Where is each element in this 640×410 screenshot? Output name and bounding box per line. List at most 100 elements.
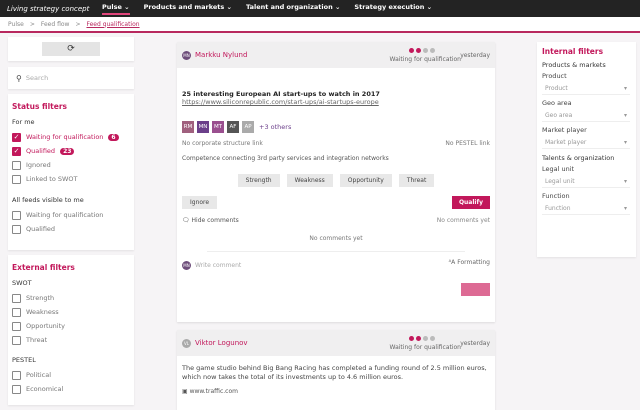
- hide-comments-label: Hide comments: [191, 217, 239, 224]
- formatting-label: Formatting: [457, 259, 490, 266]
- send-comment-button[interactable]: [461, 283, 490, 296]
- product-select[interactable]: Product ▾: [542, 83, 630, 95]
- feed-card: MN Markku Nylund Waiting for qualificati…: [177, 42, 495, 322]
- others-link[interactable]: +3 others: [259, 123, 291, 131]
- field-label: Market player: [542, 126, 587, 134]
- checkbox-checked[interactable]: ✓: [12, 132, 21, 142]
- checkbox[interactable]: [12, 224, 21, 234]
- nav-label: Products and markets: [143, 2, 225, 11]
- filter-threat[interactable]: Threat: [12, 333, 130, 347]
- feed-link[interactable]: https://www.siliconrepublic.com/start-up…: [182, 98, 490, 106]
- brand: Living strategy concept: [7, 4, 90, 13]
- filter-ignored[interactable]: Ignored: [12, 158, 130, 172]
- filter-weakness[interactable]: Weakness: [12, 305, 130, 319]
- link-icon: ▣: [182, 388, 188, 395]
- filter-opportunity[interactable]: Opportunity: [12, 319, 130, 333]
- checkbox[interactable]: [12, 384, 21, 394]
- select-placeholder: Product: [545, 85, 568, 92]
- filter-waiting-for-qualification[interactable]: ✓ Waiting for qualification 6: [12, 130, 130, 144]
- status-dots: [409, 48, 435, 53]
- filter-linked-to-swot[interactable]: Linked to SWOT: [12, 172, 130, 186]
- comment-input[interactable]: Write comment: [195, 262, 241, 269]
- filter-qualified[interactable]: ✓ Qualified 23: [12, 144, 130, 158]
- checkbox[interactable]: [12, 210, 21, 220]
- internal-filters-panel: Internal filters Products & markets Prod…: [537, 42, 636, 257]
- user-avatar[interactable]: AP: [242, 121, 254, 133]
- checkbox-checked[interactable]: ✓: [12, 146, 21, 156]
- dropdown-arrow-icon: ▾: [623, 178, 627, 185]
- feed-link[interactable]: ▣ www.traffic.com: [177, 382, 495, 395]
- feed-title: 25 interesting European AI start-ups to …: [182, 90, 380, 98]
- crumb-pulse[interactable]: Pulse: [8, 21, 24, 28]
- author-name[interactable]: Markku Nylund: [195, 51, 247, 59]
- count-badge: 23: [60, 147, 75, 155]
- nav-label: Pulse: [102, 2, 122, 11]
- function-select[interactable]: Function ▾: [542, 203, 630, 215]
- user-avatar[interactable]: AF: [227, 121, 239, 133]
- checkbox[interactable]: [12, 307, 21, 317]
- filter-label: Threat: [26, 336, 48, 344]
- talents-organization-label: Talents & organization: [542, 154, 615, 162]
- select-placeholder: Legal unit: [545, 178, 575, 185]
- nav-talent-organization[interactable]: Talent and organization ⌄: [246, 3, 340, 15]
- author-name[interactable]: Viktor Logunov: [195, 339, 248, 347]
- filter-all-waiting[interactable]: Waiting for qualification: [12, 208, 130, 222]
- market-player-select[interactable]: Market player ▾: [542, 137, 630, 149]
- filter-economical[interactable]: Economical: [12, 382, 130, 396]
- nav-strategy-execution[interactable]: Strategy execution ⌄: [354, 3, 432, 15]
- pestel-label: PESTEL: [12, 356, 36, 364]
- all-feeds-label: All feeds visible to me: [12, 196, 84, 204]
- checkbox[interactable]: [12, 174, 21, 184]
- crumb-feed-flow[interactable]: Feed flow: [41, 21, 70, 28]
- external-filters-title: External filters: [12, 263, 75, 272]
- avatar: MN: [182, 50, 191, 60]
- checkbox[interactable]: [12, 293, 21, 303]
- user-avatar[interactable]: MN: [197, 121, 209, 133]
- feed-text: The game studio behind Big Bang Racing h…: [182, 364, 487, 381]
- nav-label: Strategy execution: [354, 2, 425, 11]
- qualify-button[interactable]: Qualify: [451, 196, 490, 209]
- filter-all-qualified[interactable]: Qualified: [12, 222, 130, 236]
- checkbox[interactable]: [12, 335, 21, 345]
- refresh-icon: ⟳: [67, 44, 75, 54]
- corporate-link-status: No corporate structure link: [182, 140, 263, 147]
- user-avatar[interactable]: RM: [182, 121, 194, 133]
- status-text: Waiting for qualification: [389, 56, 461, 63]
- formatting-button[interactable]: ᴬA Formatting: [449, 259, 490, 266]
- checkbox[interactable]: [12, 321, 21, 331]
- strength-button[interactable]: Strength: [237, 174, 280, 187]
- filter-label: Strength: [26, 294, 55, 302]
- feed-link-text: www.traffic.com: [189, 388, 238, 395]
- filter-strength[interactable]: Strength: [12, 291, 130, 305]
- nav-pulse[interactable]: Pulse ⌄: [102, 3, 130, 15]
- field-label: Product: [542, 72, 567, 80]
- refresh-button[interactable]: ⟳: [42, 42, 100, 56]
- legal-unit-select[interactable]: Legal unit ▾: [542, 176, 630, 188]
- filter-label: Qualified: [26, 225, 56, 233]
- opportunity-button[interactable]: Opportunity: [339, 174, 392, 187]
- nav-products-markets[interactable]: Products and markets ⌄: [144, 3, 232, 15]
- for-me-label: For me: [12, 118, 35, 126]
- user-avatar[interactable]: MT: [212, 121, 224, 133]
- checkbox[interactable]: [12, 370, 21, 380]
- crumb-feed-qualification[interactable]: Feed qualification: [86, 21, 139, 28]
- filter-label: Political: [26, 371, 51, 379]
- filter-label: Waiting for qualification: [26, 211, 104, 219]
- hide-comments-button[interactable]: 🗨 Hide comments: [182, 217, 239, 224]
- refresh-panel: ⟳: [8, 37, 134, 61]
- threat-button[interactable]: Threat: [398, 174, 435, 187]
- weakness-button[interactable]: Weakness: [286, 174, 333, 187]
- field-label: Legal unit: [542, 165, 575, 173]
- comments-icon: 🗨: [182, 217, 190, 224]
- breadcrumb: Pulse > Feed flow > Feed qualification: [0, 17, 640, 33]
- geo-area-select[interactable]: Geo area ▾: [542, 110, 630, 122]
- ignore-button[interactable]: Ignore: [182, 196, 218, 209]
- checkbox[interactable]: [12, 160, 21, 170]
- avatar-list: RM MN MT AF AP +3 others: [182, 121, 490, 133]
- search-input[interactable]: ⚲ Search: [8, 67, 134, 89]
- status-dots: [409, 336, 435, 341]
- feed-card: VL Viktor Logunov Waiting for qualificat…: [177, 330, 495, 410]
- filter-political[interactable]: Political: [12, 368, 130, 382]
- filter-label: Ignored: [26, 161, 51, 169]
- dropdown-arrow-icon: ▾: [623, 139, 627, 146]
